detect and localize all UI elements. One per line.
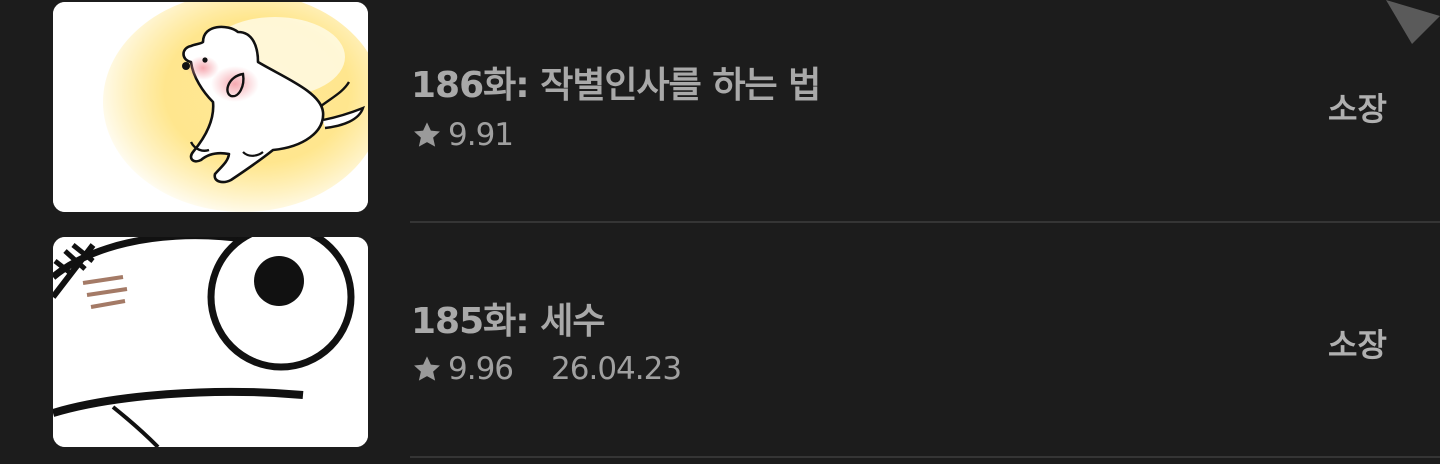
owned-status-label: 소장: [1328, 90, 1387, 128]
episode-date: 26.04.23: [551, 351, 682, 387]
episode-thumbnail[interactable]: [53, 237, 368, 447]
episode-row[interactable]: 185화: 세수 9.96 26.04.23 소장: [0, 234, 1440, 464]
star-icon: [411, 353, 443, 385]
episode-meta: 9.91: [411, 117, 514, 153]
episode-title: 185화: 세수: [411, 301, 605, 342]
episode-meta: 9.96 26.04.23: [411, 351, 682, 387]
episode-rating: 9.91: [448, 117, 514, 153]
row-divider: [410, 456, 1440, 458]
episode-row[interactable]: 186화: 작별인사를 하는 법 9.91 소장: [0, 0, 1440, 234]
episode-title: 186화: 작별인사를 하는 법: [411, 65, 821, 106]
episode-thumbnail[interactable]: [53, 2, 368, 212]
episode-rating: 9.96: [448, 351, 514, 387]
star-icon: [411, 119, 443, 151]
owned-status-label: 소장: [1328, 326, 1387, 364]
episode-list: 186화: 작별인사를 하는 법 9.91 소장 185화: 세수 9.96 2…: [0, 0, 1440, 464]
row-divider: [410, 221, 1440, 223]
